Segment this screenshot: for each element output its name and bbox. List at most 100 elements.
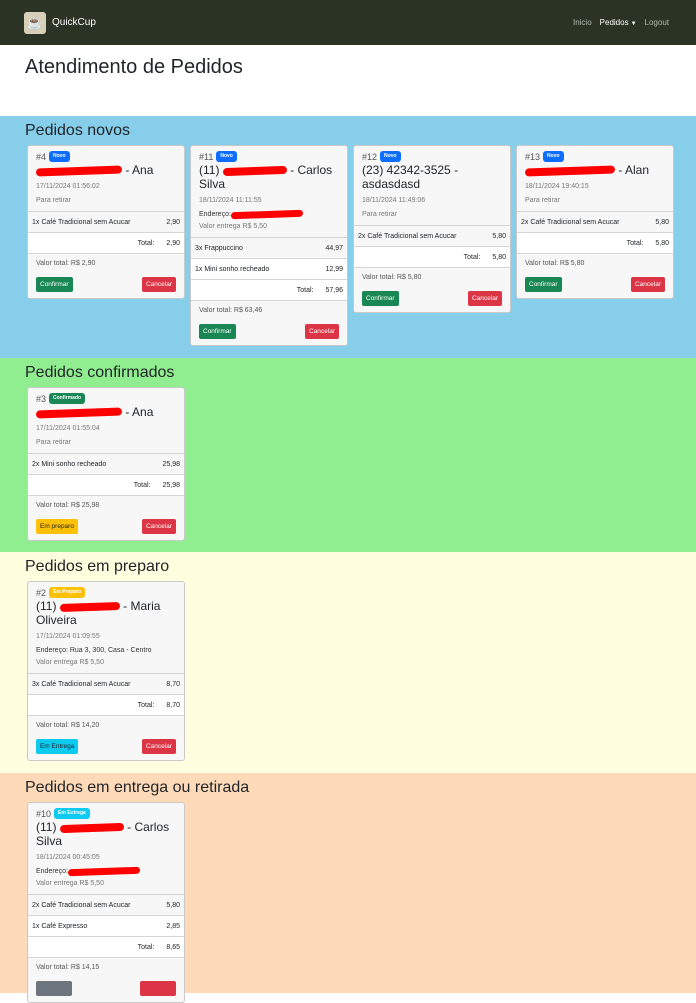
redacted-mark [59,601,120,612]
brand-name: QuickCup [52,17,96,28]
status-badge: Em Preparo [49,587,86,598]
cancel-button[interactable]: Cancelar [630,277,665,292]
confirm-button[interactable]: Confirmar [362,291,399,306]
section-novos: Pedidos novos #4 Novo - Ana 17/11/2024 01… [0,116,696,358]
item-row: 1x Mini sonho recheado 12,99 [191,259,347,280]
value-total: Valor total: R$ 14,20 [36,722,100,729]
customer-prefix: (11) [36,599,57,613]
redacted-mark [59,822,124,833]
total-value: 2,90 [166,239,180,247]
section-entrega: Pedidos em entrega ou retirada #10 Em Ent… [0,773,696,1003]
total-value: 57,96 [325,286,343,294]
item-row: 1x Café Tradicional sem Acucar 2,90 [28,212,184,233]
total-row: Total: 8,70 [28,695,184,716]
total-row: Total: 25,98 [28,475,184,496]
item-row: 1x Café Expresso 2,85 [28,916,184,937]
item-name: 1x Mini sonho recheado [195,265,270,273]
total-label: Total: [137,701,155,709]
total-label: Total: [626,239,644,247]
order-datetime: 18/11/2024 11:49:06 [362,197,426,204]
total-row: Total: 5,80 [517,233,673,254]
total-row: Total: 57,96 [191,280,347,301]
total-row: Total: 2,90 [28,233,184,254]
total-value: 25,98 [162,481,180,489]
nav-links: Inicio Pedidos ▼ Logout [573,18,672,27]
order-datetime: 17/11/2024 01:55:04 [36,425,100,432]
confirm-button[interactable]: Confirmar [199,324,236,339]
item-price: 25,98 [162,460,180,468]
total-label: Total: [133,481,151,489]
order-number: #3 [36,393,47,404]
order-number: #13 [525,151,541,162]
section-title: Pedidos confirmados [25,364,175,381]
total-row: Total: 8,65 [28,937,184,958]
page-title: Atendimento de Pedidos [25,56,243,78]
item-name: 2x Café Tradicional sem Acucar [521,218,620,226]
confirm-button[interactable]: Confirmar [36,277,73,292]
delivery-mode: Para retirar [36,439,72,446]
customer-name: (11) - Carlos Silva [199,163,339,191]
section-title: Pedidos em entrega ou retirada [25,779,250,796]
confirm-button[interactable]: Confirmar [525,277,562,292]
order-datetime: 18/11/2024 19:40:15 [525,183,589,190]
cancel-button[interactable]: Cancelar [141,519,176,534]
item-price: 8,70 [166,680,180,688]
in-preparation-button[interactable]: Em preparo [36,519,78,534]
nav-link-pedidos[interactable]: Pedidos ▼ [600,18,637,27]
order-card: #13 Novo - Alan 18/11/2024 19:40:15 Para … [516,145,674,299]
delivery-mode: Para retirar [362,211,398,218]
order-address: Endereço: [199,209,339,219]
section-title: Pedidos em preparo [25,558,170,575]
address-label: Endereço: [36,868,68,875]
customer-name: (23) 42342-3525 - asdasdasd [362,163,459,191]
item-row: 2x Café Tradicional sem Acucar 5,80 [28,895,184,916]
order-address: Endereço: [36,866,176,876]
caret-down-icon: ▼ [630,21,637,27]
item-price: 12,99 [325,265,343,273]
nav-link-logout[interactable]: Logout [645,18,669,27]
customer-name: (11) - Maria Oliveira [36,599,176,627]
navbar: ☕ QuickCup Inicio Pedidos ▼ Logout [0,0,696,45]
total-value: 8,70 [166,701,180,709]
value-total: Valor total: R$ 25,98 [36,502,100,509]
delivery-fee: Valor entrega R$ 5,50 [36,880,104,887]
customer-name: - Ana [35,405,176,419]
status-badge: Novo [49,151,70,162]
cancel-button[interactable] [140,981,176,996]
order-number: #11 [199,151,214,162]
item-name: 2x Mini sonho recheado [32,460,107,468]
status-badge: Novo [380,151,401,162]
value-total: Valor total: R$ 63,46 [199,307,263,314]
customer-name: (11) - Carlos Silva [36,820,176,848]
status-badge: Novo [543,151,564,162]
order-card: #4 Novo - Ana 17/11/2024 01:56:02 Para re… [27,145,185,299]
total-label: Total: [137,239,155,247]
order-card: #2 Em Preparo (11) - Maria Oliveira 17/11… [27,581,185,761]
coffee-cup-icon: ☕ [24,11,46,34]
item-row: 3x Frappuccino 44,97 [191,238,347,259]
cancel-button[interactable]: Cancelar [304,324,339,339]
total-value: 5,80 [655,239,669,247]
item-price: 5,80 [166,901,180,909]
complete-button[interactable] [36,981,72,996]
value-total: Valor total: R$ 14,15 [36,964,100,971]
total-value: 5,80 [492,253,506,261]
item-name: 1x Café Expresso [32,922,88,930]
total-label: Total: [137,943,155,951]
nav-link-pedidos-label: Pedidos [599,18,629,27]
cancel-button[interactable]: Cancelar [467,291,502,306]
nav-link-inicio[interactable]: Inicio [573,18,592,27]
section-preparo: Pedidos em preparo #2 Em Preparo (11) - M… [0,552,696,773]
cancel-button[interactable]: Cancelar [141,739,176,754]
item-name: 2x Café Tradicional sem Acucar [358,232,457,240]
total-value: 8,65 [166,943,180,951]
cancel-button[interactable]: Cancelar [141,277,176,292]
in-delivery-button[interactable]: Em Entrega [36,739,79,754]
customer-name: - Alan [524,163,665,177]
status-badge: Novo [216,151,237,162]
brand[interactable]: ☕ QuickCup [24,11,96,34]
item-price: 44,97 [325,244,343,252]
section-confirmados: Pedidos confirmados #3 Confirmado - Ana 1… [0,358,696,552]
address-label: Endereço: [199,211,231,218]
delivery-fee: Valor entrega R$ 5,50 [199,223,267,230]
